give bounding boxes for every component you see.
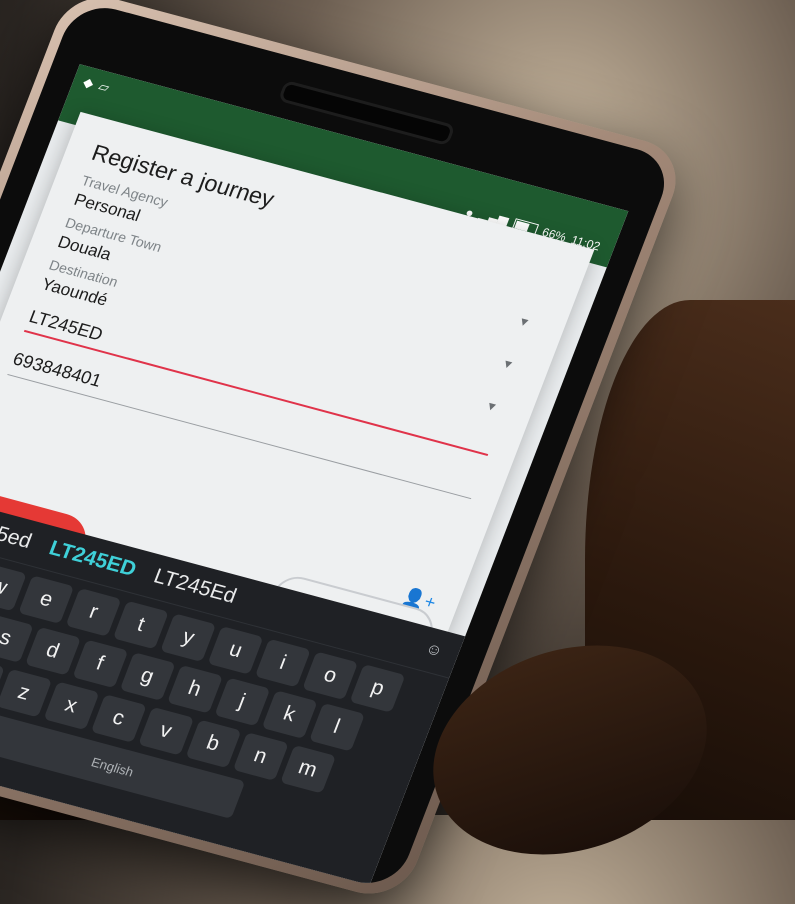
key-h[interactable]: h — [166, 664, 223, 714]
key-c[interactable]: c — [90, 694, 147, 743]
key-b[interactable]: b — [185, 719, 241, 769]
key-i[interactable]: i — [254, 638, 311, 688]
key-m[interactable]: m — [279, 744, 336, 794]
key-z[interactable]: z — [0, 668, 52, 718]
key-f[interactable]: f — [71, 639, 128, 689]
key-j[interactable]: j — [213, 677, 270, 727]
emoji-icon[interactable]: ☺ — [423, 640, 445, 661]
shield-icon: ◆ — [81, 74, 97, 91]
key-v[interactable]: v — [137, 706, 194, 756]
status-left-icons: ◆ ▱ — [81, 74, 112, 96]
key-y[interactable]: y — [160, 613, 217, 663]
key-e[interactable]: e — [18, 575, 75, 624]
key-o[interactable]: o — [302, 651, 359, 701]
key-n[interactable]: n — [232, 732, 289, 781]
key-d[interactable]: d — [24, 626, 81, 676]
key-u[interactable]: u — [207, 626, 264, 675]
key-l[interactable]: l — [308, 702, 365, 752]
key-k[interactable]: k — [261, 690, 318, 739]
key-r[interactable]: r — [65, 587, 122, 637]
key-x[interactable]: x — [43, 681, 99, 731]
key-p[interactable]: p — [349, 664, 406, 713]
key-g[interactable]: g — [119, 652, 176, 701]
key-t[interactable]: t — [112, 600, 169, 650]
notification-icon: ▱ — [96, 78, 112, 95]
